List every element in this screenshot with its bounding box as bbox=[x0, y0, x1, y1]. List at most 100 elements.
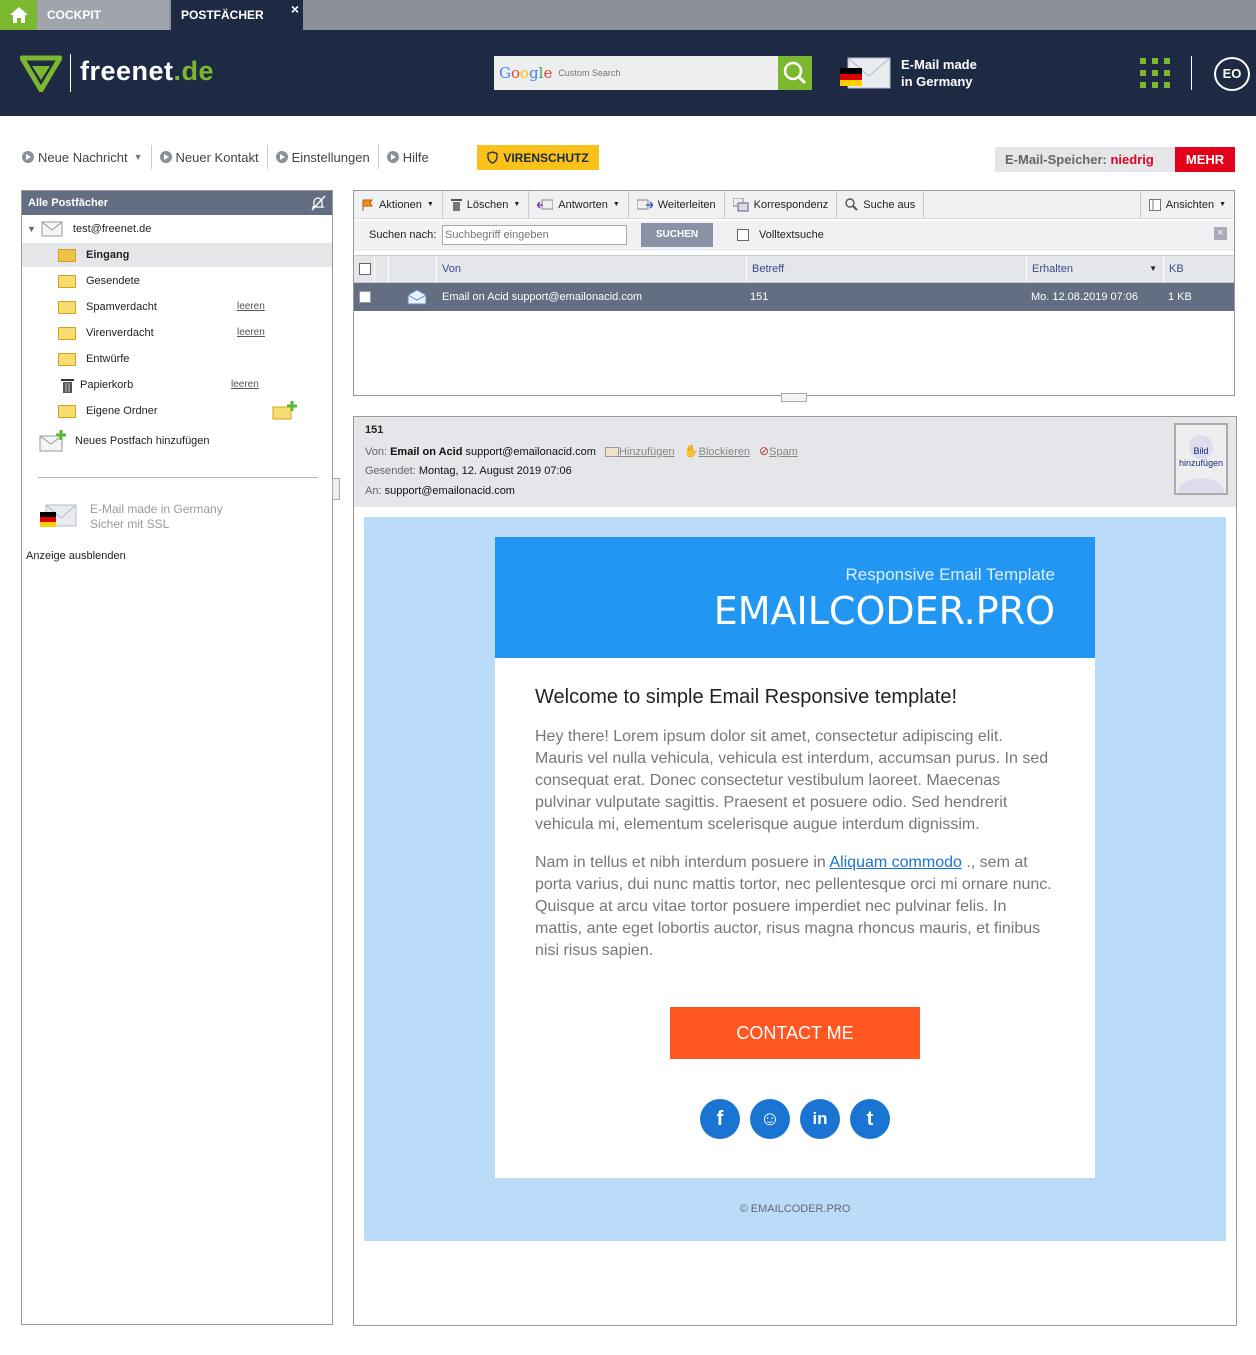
sidebar-item-account[interactable]: ▼ test@freenet.de bbox=[22, 217, 332, 241]
logo-text: freenet.de bbox=[80, 56, 214, 87]
contact-me-button[interactable]: CONTACT ME bbox=[670, 1007, 920, 1059]
empty-trash-link[interactable]: leeren bbox=[231, 373, 259, 397]
col-flag[interactable] bbox=[374, 256, 388, 282]
table-row[interactable]: Email on Acid support@emailonacid.com 15… bbox=[354, 283, 1234, 311]
add-contact-link[interactable]: Hinzufügen bbox=[604, 446, 675, 458]
linkedin-icon[interactable]: in bbox=[800, 1099, 840, 1139]
sidebar-resize-handle[interactable] bbox=[332, 478, 340, 500]
col-subject[interactable]: Betreff bbox=[746, 256, 1026, 282]
hand-stop-icon: ✋ bbox=[683, 444, 699, 458]
col-from[interactable]: Von bbox=[436, 256, 746, 282]
sidebar-item-eigene-ordner[interactable]: Eigene Ordner bbox=[22, 399, 332, 423]
folder-icon bbox=[58, 326, 76, 340]
email-heading: Welcome to simple Email Responsive templ… bbox=[535, 686, 958, 708]
forward-button[interactable]: Weiterleiten bbox=[629, 190, 725, 219]
twitter-icon[interactable]: t bbox=[850, 1099, 890, 1139]
virus-protection-button[interactable]: VIRENSCHUTZ bbox=[477, 145, 599, 170]
fulltext-checkbox[interactable] bbox=[737, 229, 749, 241]
sidebar-item-eingang[interactable]: Eingang bbox=[22, 243, 332, 267]
tab-postfaecher[interactable]: POSTFÄCHER × bbox=[171, 0, 303, 30]
folder-label: Eingang bbox=[86, 249, 130, 261]
folder-icon bbox=[58, 300, 76, 314]
folder-label: Spamverdacht bbox=[86, 301, 157, 313]
folder-label: Virenverdacht bbox=[86, 327, 154, 339]
more-storage-button[interactable]: MEHR bbox=[1175, 147, 1235, 172]
mail-search-input[interactable] bbox=[442, 225, 627, 245]
arrow-circle-icon bbox=[22, 151, 34, 163]
reply-icon bbox=[537, 199, 554, 209]
col-size[interactable]: KB bbox=[1163, 256, 1234, 282]
arrow-circle-icon bbox=[275, 151, 288, 163]
trash-icon bbox=[450, 199, 462, 211]
folder-icon bbox=[58, 352, 76, 366]
trash-icon bbox=[61, 378, 74, 393]
delete-button[interactable]: Löschen ▼ bbox=[443, 190, 530, 219]
empty-virus-link[interactable]: leeren bbox=[237, 321, 265, 345]
mail-search-button[interactable]: SUCHEN bbox=[641, 223, 713, 247]
ad-text[interactable]: E-Mail made in Germany Sicher mit SSL bbox=[90, 502, 223, 532]
reply-button[interactable]: Antworten ▼ bbox=[529, 190, 629, 219]
add-folder-icon[interactable] bbox=[272, 401, 298, 421]
row-checkbox[interactable] bbox=[359, 291, 371, 303]
forward-label: Weiterleiten bbox=[657, 198, 716, 211]
settings-button[interactable]: Einstellungen bbox=[268, 145, 379, 169]
app-header: freenet.de Google E-Mail made in Germany… bbox=[0, 30, 1256, 116]
search-button[interactable] bbox=[778, 56, 812, 90]
envelope-icon bbox=[41, 221, 63, 237]
col-icon[interactable] bbox=[388, 256, 436, 282]
views-button[interactable]: Ansichten ▼ bbox=[1139, 190, 1234, 219]
block-label: Blockieren bbox=[698, 446, 750, 458]
settings-label: Einstellungen bbox=[291, 149, 370, 165]
sidebar-item-virenverdacht[interactable]: Virenverdacht leeren bbox=[22, 321, 332, 345]
sidebar-item-gesendete[interactable]: Gesendete bbox=[22, 269, 332, 293]
preview-to-line: An: support@emailonacid.com bbox=[365, 485, 515, 497]
aliquam-link[interactable]: Aliquam commodo bbox=[829, 854, 962, 871]
close-search-icon[interactable]: × bbox=[1214, 227, 1227, 240]
ad-line-2: Sicher mit SSL bbox=[90, 517, 170, 531]
hide-ad-link[interactable]: Anzeige ausblenden bbox=[26, 550, 126, 562]
search-input[interactable] bbox=[558, 68, 759, 78]
add-image-button[interactable]: Bild hinzufügen bbox=[1174, 423, 1228, 495]
search-off-button[interactable]: Suche aus bbox=[837, 190, 925, 219]
apps-grid-icon[interactable] bbox=[1140, 58, 1170, 88]
delete-label: Löschen bbox=[466, 198, 509, 211]
layout-icon bbox=[1148, 198, 1161, 211]
email-hero: Responsive Email Template EMAILCODER.PRO bbox=[495, 537, 1095, 658]
sidebar-title: Alle Postfächer bbox=[28, 197, 109, 209]
email-title: EMAILCODER.PRO bbox=[713, 589, 1055, 633]
block-link[interactable]: ✋Blockieren bbox=[683, 444, 750, 458]
fulltext-label: Volltextsuche bbox=[759, 229, 824, 241]
tab-cockpit[interactable]: COCKPIT bbox=[37, 0, 169, 30]
new-message-button[interactable]: Neue Nachricht ▼ bbox=[20, 145, 152, 169]
made-line-2: in Germany bbox=[901, 74, 973, 89]
reply-label: Antworten bbox=[558, 198, 608, 211]
pane-resize-handle[interactable] bbox=[781, 393, 807, 402]
github-icon[interactable]: ☺ bbox=[750, 1099, 790, 1139]
new-contact-button[interactable]: Neuer Kontakt bbox=[152, 145, 268, 169]
search-box[interactable]: Google bbox=[494, 56, 779, 90]
spam-link[interactable]: ⊘Spam bbox=[759, 444, 798, 458]
chevron-down-icon: ▼ bbox=[1219, 201, 1226, 208]
close-icon[interactable]: × bbox=[291, 0, 299, 18]
sidebar-item-entwuerfe[interactable]: Entwürfe bbox=[22, 347, 332, 371]
actions-button[interactable]: Aktionen ▼ bbox=[354, 190, 443, 219]
sidebar-item-papierkorb[interactable]: Papierkorb leeren bbox=[22, 373, 332, 397]
select-all-checkbox[interactable] bbox=[359, 263, 371, 275]
facebook-icon[interactable]: f bbox=[700, 1099, 740, 1139]
col-received[interactable]: Erhalten ▼ bbox=[1026, 256, 1163, 282]
row-received: Mo. 12.08.2019 07:06 bbox=[1031, 291, 1139, 303]
help-button[interactable]: Hilfe bbox=[379, 145, 437, 169]
forward-icon bbox=[636, 199, 653, 209]
correspondence-button[interactable]: Korrespondenz bbox=[725, 190, 838, 219]
bell-off-icon[interactable] bbox=[310, 195, 326, 211]
from-address[interactable]: support@emailonacid.com bbox=[465, 446, 595, 458]
views-label: Ansichten bbox=[1165, 198, 1215, 211]
sidebar-item-spamverdacht[interactable]: Spamverdacht leeren bbox=[22, 295, 332, 319]
user-avatar[interactable]: EO bbox=[1214, 57, 1250, 91]
empty-spam-link[interactable]: leeren bbox=[237, 295, 265, 319]
add-mailbox-button[interactable]: Neues Postfach hinzufügen bbox=[22, 429, 332, 453]
social-links: f ☺ in t bbox=[700, 1099, 890, 1139]
home-tab[interactable] bbox=[0, 0, 37, 30]
mail-list-panel: Aktionen ▼ Löschen ▼ Antworten ▼ Weiterleit… bbox=[353, 190, 1235, 396]
arrow-circle-icon bbox=[159, 151, 172, 163]
